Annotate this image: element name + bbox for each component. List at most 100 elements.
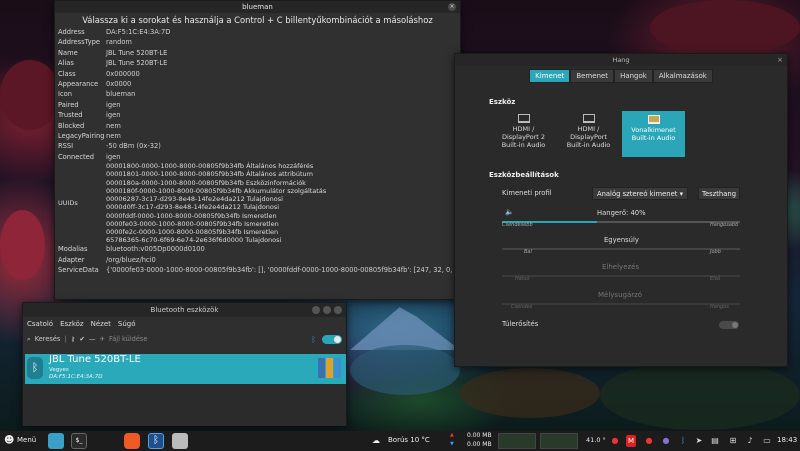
- info-value: random: [106, 38, 132, 47]
- front-label: Első: [710, 276, 721, 282]
- device-label: DisplayPort: [570, 133, 607, 141]
- output-device-hdmi2[interactable]: HDMI / DisplayPort 2 Built-in Audio: [492, 111, 555, 157]
- wallpaper-tree: [650, 0, 800, 55]
- wallpaper-mountain: [350, 307, 460, 350]
- info-row[interactable]: Address DA:F5:1C:E4:3A:7D: [58, 27, 458, 37]
- info-row[interactable]: Appearance 0x0000: [58, 79, 458, 89]
- info-row[interactable]: Name JBL Tune 520BT-LE: [58, 48, 458, 58]
- info-row[interactable]: Adapter/org/bluez/hci0: [58, 255, 458, 265]
- weather-text[interactable]: Borús 10 °C: [388, 436, 430, 444]
- sound-tabs: Kimenet Bemenet Hangok Alkalmazások: [455, 69, 787, 83]
- memory-graph: [540, 433, 578, 449]
- chevron-down-icon: ▾: [679, 190, 684, 198]
- info-key: ServiceData: [58, 266, 99, 275]
- search-button[interactable]: Keresés: [35, 335, 61, 343]
- uuid-entry: 0000fe03-0000-1000-8000-00805f9b34fb Ism…: [106, 219, 279, 228]
- profile-label: Kimeneti profil: [502, 189, 552, 197]
- device-name: JBL Tune 520BT-LE: [49, 354, 141, 365]
- bluetooth-icon: ᛒ: [27, 357, 43, 379]
- volume-icon[interactable]: ♪: [745, 435, 755, 447]
- bluetooth-app-icon[interactable]: ᛒ: [148, 433, 164, 449]
- minimize-icon[interactable]: [312, 306, 320, 314]
- uuid-entry: 0000180f-0000-1000-8000-00805f9b34fb Akk…: [106, 186, 327, 195]
- menu-adapter[interactable]: Csatoló: [27, 320, 53, 328]
- menu-device[interactable]: Eszköz: [60, 320, 84, 328]
- uuid-entry: 0000fddf-0000-1000-8000-00805f9b34fb Ism…: [106, 211, 277, 220]
- device-list-item[interactable]: ᛒ JBL Tune 520BT-LE Vegyes DA:F5:1C:E4:3…: [25, 354, 346, 384]
- info-row[interactable]: Blocked nem: [58, 121, 458, 131]
- bluetooth-power-toggle[interactable]: [322, 334, 342, 344]
- info-row[interactable]: Trusted igen: [58, 110, 458, 120]
- menu-icon[interactable]: ☻: [4, 435, 14, 446]
- test-sound-button[interactable]: Teszthang: [698, 187, 740, 200]
- info-row[interactable]: Paired igen: [58, 100, 458, 110]
- file-manager-icon[interactable]: [48, 433, 64, 449]
- check-icon[interactable]: ✔: [79, 335, 85, 343]
- maximize-icon[interactable]: [323, 306, 331, 314]
- output-device-lineout[interactable]: Vonalkimenet Built-in Audio: [622, 111, 685, 157]
- tab-applications[interactable]: Alkalmazások: [652, 69, 713, 83]
- info-key: Class: [58, 69, 76, 78]
- location-icon[interactable]: ●: [610, 435, 620, 447]
- info-row[interactable]: Modalias bluetooth:v005Dp0000d0100: [58, 244, 458, 254]
- device-list: [23, 379, 346, 426]
- profile-dropdown[interactable]: Analóg sztereó kimenet ▾: [592, 187, 688, 200]
- vpn-icon[interactable]: ●: [644, 435, 654, 447]
- close-icon[interactable]: ×: [448, 3, 456, 11]
- device-type: Vegyes: [49, 367, 69, 373]
- uuid-entry: 0000d0ff-3c17-d293-8e48-14fe2e4da212 Tul…: [106, 203, 280, 212]
- tab-input[interactable]: Bemenet: [570, 69, 615, 83]
- volume-slider[interactable]: [502, 221, 740, 223]
- info-row[interactable]: ServiceData {'0000fe03-0000-1000-8000-008…: [58, 265, 474, 275]
- info-key: Address: [58, 28, 85, 36]
- info-value: /org/bluez/hci0: [106, 255, 156, 264]
- menu-help[interactable]: Súgó: [118, 320, 136, 328]
- blueman-info-window: blueman × Válassza ki a sorokat és haszn…: [54, 0, 474, 300]
- send-file-button[interactable]: Fájl küldése: [109, 335, 147, 343]
- info-key: AddressType: [58, 38, 100, 47]
- info-value: igen: [106, 100, 121, 109]
- uuid-entry: 00001801-0000-1000-8000-00805f9b34fb Ált…: [106, 170, 313, 179]
- info-row[interactable]: Connected igen: [58, 152, 458, 162]
- info-row[interactable]: AddressType random: [58, 37, 458, 47]
- remove-icon[interactable]: —: [89, 335, 96, 343]
- info-row[interactable]: Alias JBL Tune 520BT-LE: [58, 58, 458, 68]
- uuids-row[interactable]: UUIDs 00001800-0000-1000-8000-00805f9b34f…: [58, 162, 458, 244]
- menu-button[interactable]: Menü: [17, 436, 36, 444]
- output-device-hdmi1[interactable]: HDMI / DisplayPort Built-in Audio: [557, 111, 620, 157]
- display-icon[interactable]: ▭: [762, 435, 772, 447]
- wallpaper-field: [600, 360, 800, 430]
- tab-output[interactable]: Kimenet: [529, 69, 571, 83]
- clipboard-icon[interactable]: ▤: [710, 435, 720, 447]
- info-row[interactable]: Icon blueman: [58, 89, 458, 99]
- balance-slider[interactable]: [502, 248, 740, 250]
- close-icon[interactable]: ×: [777, 54, 783, 66]
- terminal-icon[interactable]: $_: [71, 433, 87, 449]
- info-key: Name: [58, 48, 78, 57]
- network-icon[interactable]: ⊞: [728, 435, 738, 447]
- bt-titlebar: Bluetooth eszközök: [23, 303, 346, 317]
- brave-browser-icon[interactable]: [124, 433, 140, 449]
- viber-icon[interactable]: ●: [661, 435, 671, 447]
- clock[interactable]: 18:43: [777, 436, 797, 444]
- loud2-label: Hangos: [710, 304, 729, 310]
- menu-view[interactable]: Nézet: [91, 320, 111, 328]
- bluetooth-tray-icon[interactable]: ᛒ: [678, 435, 688, 447]
- telegram-icon[interactable]: ➤: [694, 435, 704, 447]
- tab-sounds[interactable]: Hangok: [614, 69, 653, 83]
- taskbar: ☻ Menü $_ ᛒ ☁ Borús 10 °C ▲ ▼ 0.00 MB 0.…: [0, 431, 800, 451]
- key-icon[interactable]: ⚷: [71, 335, 76, 343]
- info-row[interactable]: Class 0x000000: [58, 69, 458, 79]
- mail-icon[interactable]: M: [626, 435, 636, 447]
- info-value: bluetooth:v005Dp0000d0100: [106, 245, 205, 254]
- overamp-toggle[interactable]: [719, 321, 739, 329]
- info-row[interactable]: RSSI -50 dBm (0x-32): [58, 141, 458, 151]
- close-icon[interactable]: [334, 306, 342, 314]
- window-title: blueman: [242, 3, 273, 11]
- blueman-titlebar: blueman ×: [55, 1, 460, 13]
- net-upload: 0.00 MB: [467, 432, 492, 439]
- settings-app-icon[interactable]: [172, 433, 188, 449]
- device-label: Built-in Audio: [566, 141, 611, 149]
- info-row[interactable]: LegacyPairing nem: [58, 131, 458, 141]
- separator: |: [64, 335, 67, 343]
